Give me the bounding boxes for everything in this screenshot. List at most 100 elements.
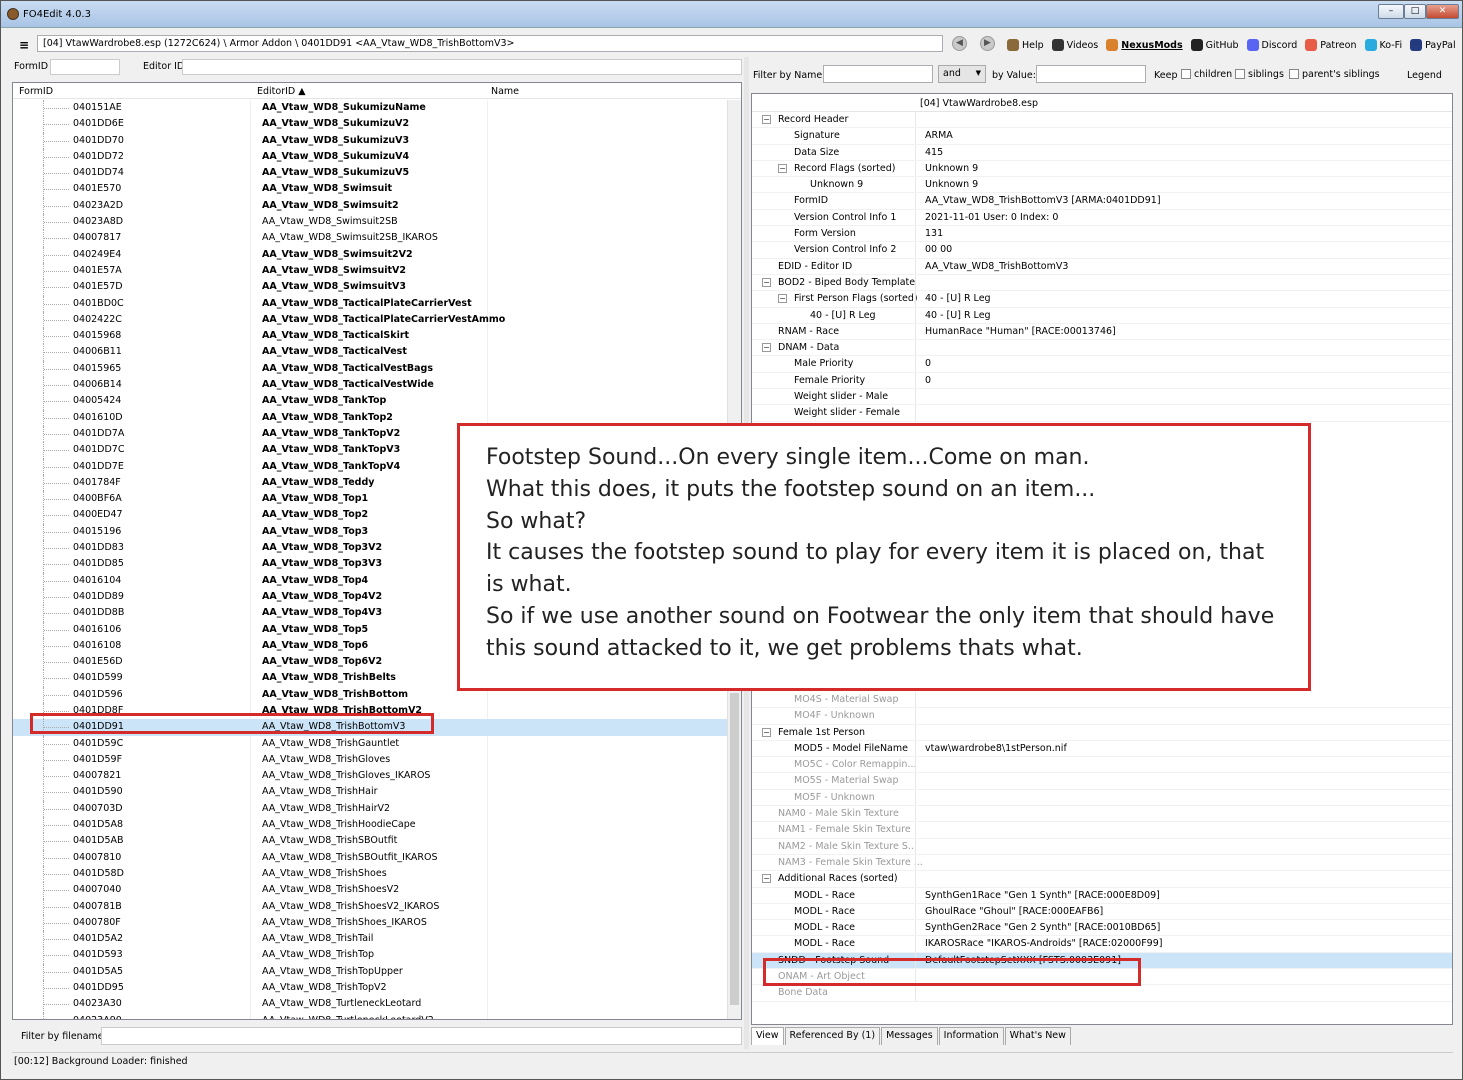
table-row[interactable]: 04006B11 AA_Vtaw_WD8_TacticalVest xyxy=(13,344,727,361)
collapse-icon[interactable]: − xyxy=(762,115,771,124)
filter-name-input[interactable] xyxy=(823,65,933,83)
table-row[interactable]: 0401D5A5 AA_Vtaw_WD8_TrishTopUpper xyxy=(13,963,727,981)
table-row[interactable]: 0401D5AB AA_Vtaw_WD8_TrishSBOutfit xyxy=(13,833,727,850)
table-row[interactable]: 04007810 AA_Vtaw_WD8_TrishSBOutfit_IKAROS xyxy=(13,849,727,866)
table-row[interactable]: 04007821 AA_Vtaw_WD8_TrishGloves_IKAROS xyxy=(13,768,727,785)
field-row[interactable]: Data Size 415 xyxy=(752,144,1452,161)
table-row[interactable]: 0401BD0C AA_Vtaw_WD8_TacticalPlateCarrier… xyxy=(13,295,727,312)
field-row[interactable]: Form Version 131 xyxy=(752,226,1452,243)
table-row[interactable]: 0401D5A8 AA_Vtaw_WD8_TrishHoodieCape xyxy=(13,817,727,834)
tab-referenced-by-1-[interactable]: Referenced By (1) xyxy=(784,1027,881,1045)
column-name[interactable]: Name xyxy=(491,86,519,97)
minimize-button[interactable]: – xyxy=(1378,4,1404,19)
field-row[interactable]: − First Person Flags (sorted) 40 - [U] R L… xyxy=(752,291,1452,308)
tab-what-s-new[interactable]: What's New xyxy=(1004,1027,1071,1045)
field-row[interactable]: MO5S - Material Swap xyxy=(752,773,1452,790)
table-row[interactable]: 0401E57D AA_Vtaw_WD8_SwimsuitV3 xyxy=(13,279,727,296)
table-row[interactable]: 0401D59F AA_Vtaw_WD8_TrishGloves xyxy=(13,751,727,769)
legend-button[interactable]: Legend xyxy=(1407,70,1442,81)
field-row[interactable]: MO5C - Color Remappin... xyxy=(752,757,1452,774)
maximize-button[interactable]: □ xyxy=(1404,4,1426,19)
field-row[interactable]: NAM3 - Female Skin Texture ... xyxy=(752,854,1452,872)
table-row[interactable]: 040151AE AA_Vtaw_WD8_SukumizuName xyxy=(13,100,727,117)
link-paypal[interactable]: PayPal xyxy=(1410,39,1456,51)
field-row[interactable]: MODL - Race SynthGen1Race "Gen 1 Synth" [… xyxy=(752,887,1452,904)
link-patreon[interactable]: Patreon xyxy=(1305,39,1357,51)
table-row[interactable]: 0400780F AA_Vtaw_WD8_TrishShoes_IKAROS xyxy=(13,914,727,932)
filename-filter-input[interactable] xyxy=(101,1027,742,1045)
link-kofi[interactable]: Ko-Fi xyxy=(1364,39,1402,51)
field-row[interactable]: − Additional Races (sorted) xyxy=(752,871,1452,888)
collapse-icon[interactable]: − xyxy=(762,277,771,287)
logic-select[interactable]: and ▼ xyxy=(938,65,986,83)
table-row[interactable]: 0401E570 AA_Vtaw_WD8_Swimsuit xyxy=(13,181,727,198)
link-nexusmods[interactable]: NexusMods xyxy=(1106,39,1183,51)
table-row[interactable]: 0401D59C AA_Vtaw_WD8_TrishGauntlet xyxy=(13,735,727,752)
table-row[interactable]: 0400781B AA_Vtaw_WD8_TrishShoesV2_IKAROS xyxy=(13,898,727,915)
table-row[interactable]: 0400703D AA_Vtaw_WD8_TrishHairV2 xyxy=(13,800,727,818)
table-row[interactable]: 04023A2D AA_Vtaw_WD8_Swimsuit2 xyxy=(13,197,727,215)
editorid-filter-input[interactable] xyxy=(182,59,742,75)
collapse-icon[interactable]: − xyxy=(762,874,771,884)
field-row[interactable]: − Record Header xyxy=(752,112,1452,129)
table-row[interactable]: 0401DD72 AA_Vtaw_WD8_SukumizuV4 xyxy=(13,148,727,166)
field-row[interactable]: Weight slider - Female xyxy=(752,405,1452,422)
field-row[interactable]: RNAM - Race HumanRace "Human" [RACE:00013… xyxy=(752,323,1452,341)
table-row[interactable]: 04023A8D AA_Vtaw_WD8_Swimsuit2SB xyxy=(13,214,727,231)
table-row[interactable]: 04005424 AA_Vtaw_WD8_TankTop xyxy=(13,393,727,410)
scrollbar-thumb[interactable] xyxy=(730,693,739,1005)
column-editorid[interactable]: EditorID ▲ xyxy=(257,86,306,97)
table-row[interactable]: 04007817 AA_Vtaw_WD8_Swimsuit2SB_IKAROS xyxy=(13,230,727,247)
field-row[interactable]: NAM2 - Male Skin Texture S... xyxy=(752,838,1452,855)
filter-value-input[interactable] xyxy=(1036,65,1146,83)
field-row[interactable]: − Record Flags (sorted) Unknown 9 xyxy=(752,160,1452,178)
field-row[interactable]: Signature ARMA xyxy=(752,128,1452,145)
field-row[interactable]: Version Control Info 1 2021-11-01 User: 0… xyxy=(752,209,1452,227)
tab-information[interactable]: Information xyxy=(938,1027,1004,1045)
table-row[interactable]: 0401E57A AA_Vtaw_WD8_SwimsuitV2 xyxy=(13,262,727,280)
field-row[interactable]: Bone Data xyxy=(752,985,1452,1002)
field-row[interactable]: FormID AA_Vtaw_WD8_TrishBottomV3 [ARMA:04… xyxy=(752,193,1452,210)
children-checkbox[interactable]: children xyxy=(1181,69,1232,80)
link-github[interactable]: GitHub xyxy=(1190,39,1239,51)
table-row[interactable]: 0401D590 AA_Vtaw_WD8_TrishHair xyxy=(13,784,727,801)
table-row[interactable]: 0401D58D AA_Vtaw_WD8_TrishShoes xyxy=(13,865,727,883)
link-discord[interactable]: Discord xyxy=(1246,39,1297,51)
field-row[interactable]: NAM1 - Female Skin Texture xyxy=(752,822,1452,839)
table-row[interactable]: 0401DD74 AA_Vtaw_WD8_SukumizuV5 xyxy=(13,165,727,182)
field-row[interactable]: MODL - Race IKAROSRace "IKAROS-Androids" … xyxy=(752,936,1452,953)
field-row[interactable]: Female Priority 0 xyxy=(752,372,1452,390)
field-row[interactable]: MO4F - Unknown xyxy=(752,708,1452,725)
link-help[interactable]: Help xyxy=(1007,39,1044,51)
collapse-icon[interactable]: − xyxy=(762,727,771,737)
field-row[interactable]: − DNAM - Data xyxy=(752,340,1452,357)
field-row[interactable]: Unknown 9 Unknown 9 xyxy=(752,177,1452,194)
field-row[interactable]: Male Priority 0 xyxy=(752,356,1452,373)
collapse-icon[interactable]: − xyxy=(778,294,787,304)
table-row[interactable]: 0401DD70 AA_Vtaw_WD8_SukumizuV3 xyxy=(13,132,727,149)
field-row[interactable]: MO4S - Material Swap xyxy=(752,692,1452,709)
table-row[interactable]: 04007040 AA_Vtaw_WD8_TrishShoesV2 xyxy=(13,882,727,899)
parents-siblings-checkbox[interactable]: parent's siblings xyxy=(1289,69,1380,80)
field-row[interactable]: − BOD2 - Biped Body Template xyxy=(752,274,1452,292)
field-row[interactable]: EDID - Editor ID AA_Vtaw_WD8_TrishBottomV… xyxy=(752,258,1452,275)
field-row[interactable]: 40 - [U] R Leg 40 - [U] R Leg xyxy=(752,307,1452,324)
field-row[interactable]: NAM0 - Male Skin Texture xyxy=(752,806,1452,823)
table-row[interactable]: 04015968 AA_Vtaw_WD8_TacticalSkirt xyxy=(13,328,727,345)
table-row[interactable]: 04023A30 AA_Vtaw_WD8_TurtleneckLeotard xyxy=(13,996,727,1013)
link-videos[interactable]: Videos xyxy=(1051,39,1098,51)
hamburger-menu-icon[interactable]: ≡ xyxy=(19,38,29,52)
field-row[interactable]: MODL - Race SynthGen2Race "Gen 2 Synth" [… xyxy=(752,920,1452,937)
field-row[interactable]: Weight slider - Male xyxy=(752,389,1452,406)
close-button[interactable]: ✕ xyxy=(1426,4,1459,19)
field-row[interactable]: Version Control Info 2 00 00 xyxy=(752,242,1452,259)
table-row[interactable]: 0401D5A2 AA_Vtaw_WD8_TrishTail xyxy=(13,931,727,948)
field-row[interactable]: MODL - Race GhoulRace "Ghoul" [RACE:000EA… xyxy=(752,903,1452,921)
field-row[interactable]: − Female 1st Person xyxy=(752,724,1452,741)
table-row[interactable]: 04023A90 AA_Vtaw_WD8_TurtleneckLeotardV2 xyxy=(13,1012,727,1019)
field-row[interactable]: MO5F - Unknown xyxy=(752,789,1452,807)
table-row[interactable]: 04015965 AA_Vtaw_WD8_TacticalVestBags xyxy=(13,360,727,378)
forward-icon[interactable]: ▶ xyxy=(980,36,995,51)
collapse-icon[interactable]: − xyxy=(778,163,787,173)
field-row[interactable]: MOD5 - Model FileName vtaw\wardrobe8\1stP… xyxy=(752,740,1452,758)
